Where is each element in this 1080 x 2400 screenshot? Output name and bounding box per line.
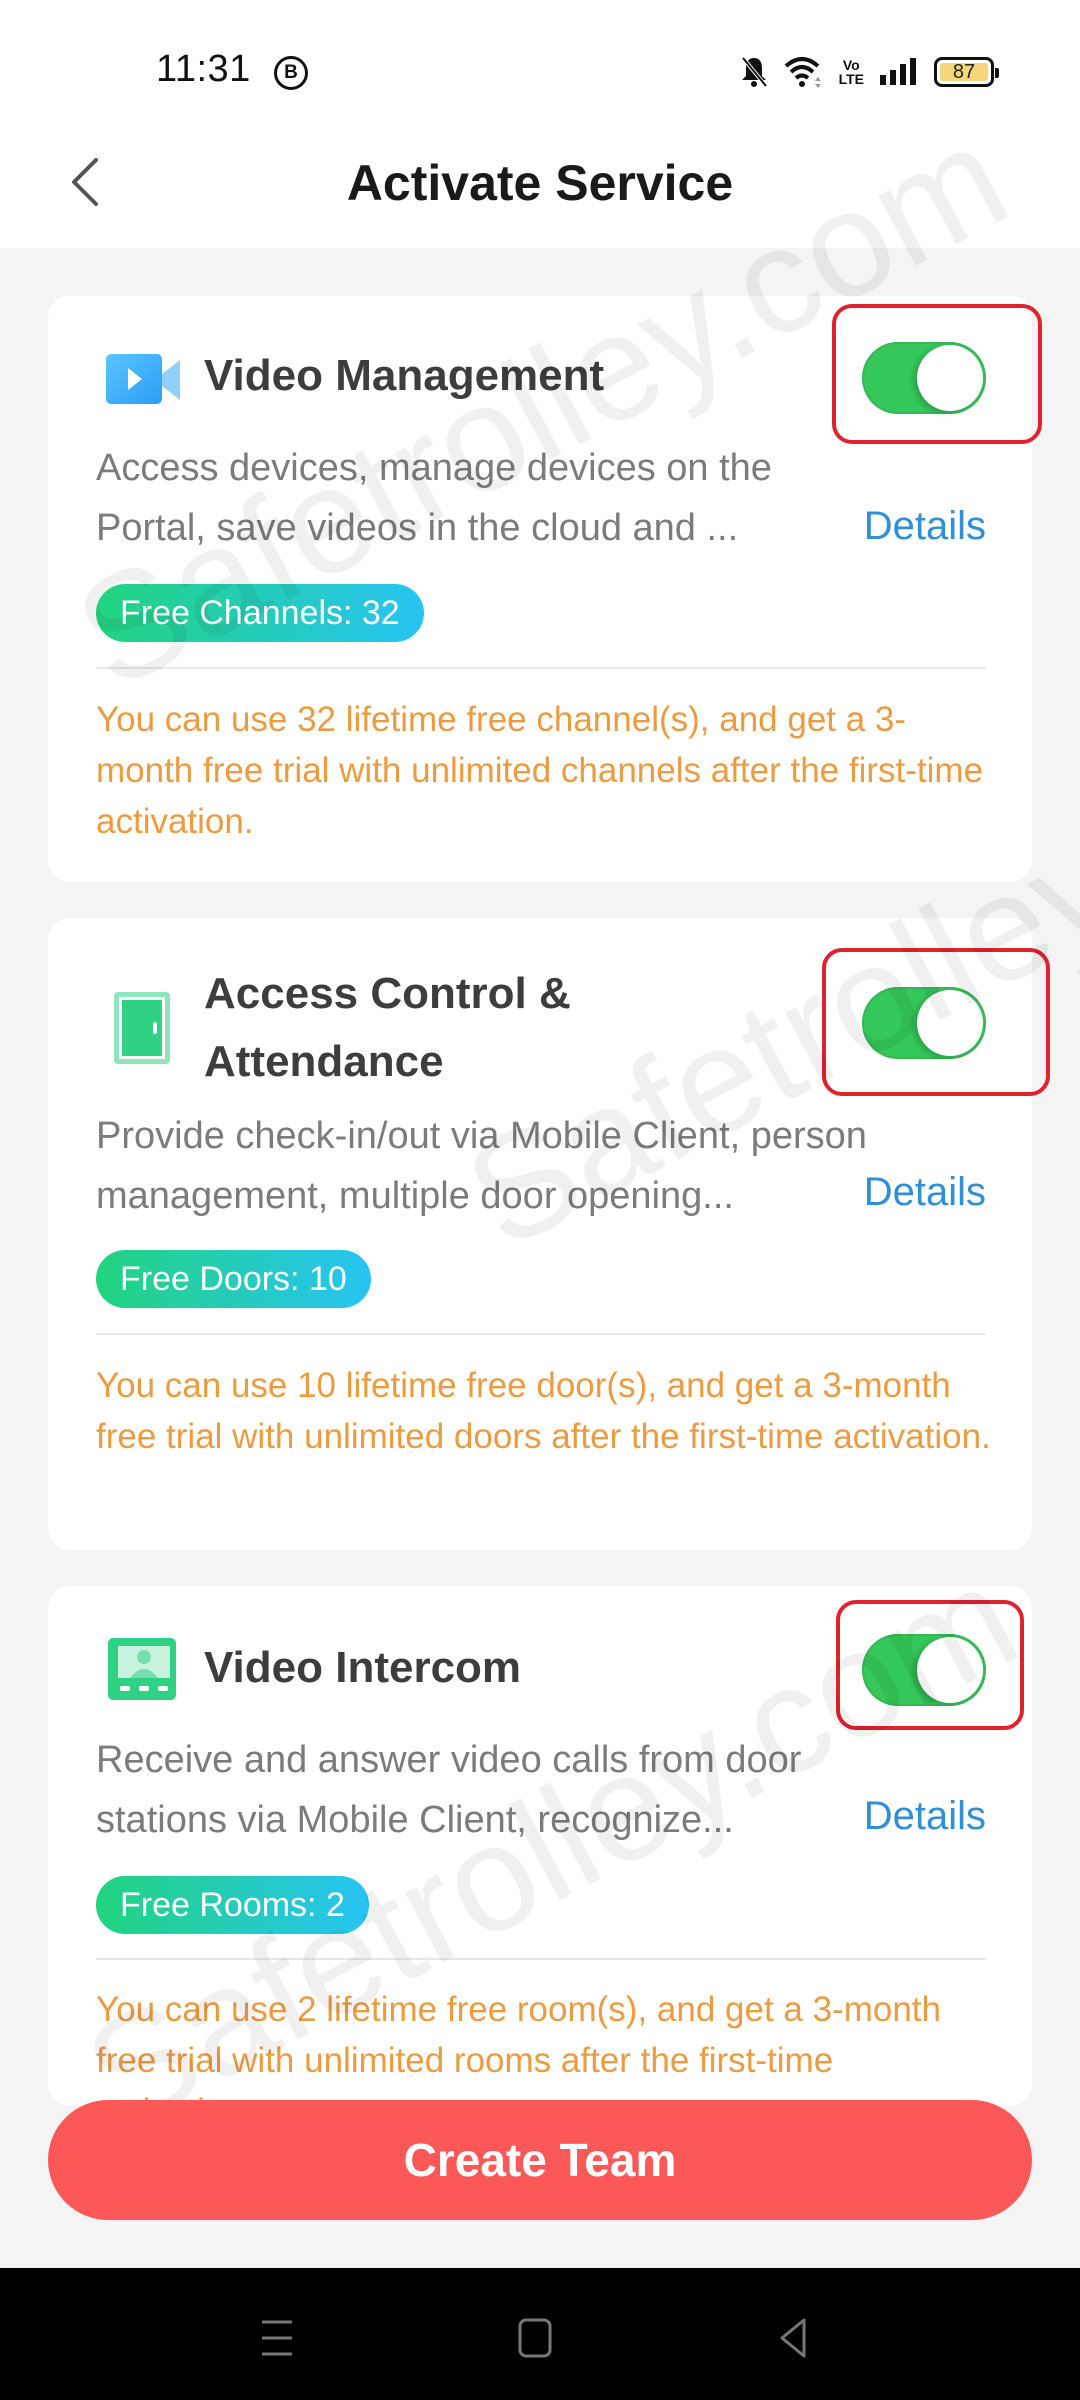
- battery-level: 87: [952, 61, 976, 83]
- service-description: Provide check-in/out via Mobile Client, …: [96, 1115, 867, 1217]
- service-title: Video Management: [204, 351, 605, 400]
- wifi-icon: [784, 57, 821, 88]
- signal-icon: [880, 58, 916, 85]
- service-description: Access devices, manage devices on the Po…: [96, 447, 772, 549]
- free-trial-note: You can use 10 lifetime free door(s), an…: [96, 1366, 991, 1456]
- service-card-access-control: Access Control & Attendance Provide chec…: [48, 918, 1050, 1550]
- annotation-highlight-box: [836, 1600, 1024, 1730]
- annotation-highlight-box: [822, 948, 1050, 1096]
- details-link[interactable]: Details: [864, 504, 986, 549]
- page-title: Activate Service: [346, 155, 734, 211]
- status-time: 11:31: [156, 48, 251, 90]
- divider: [96, 1333, 986, 1335]
- service-description: Receive and answer video calls from door…: [96, 1739, 802, 1841]
- battery-icon: 87: [934, 57, 999, 87]
- system-nav-bar: [0, 2268, 1080, 2400]
- free-quota-badge: Free Doors: 10: [96, 1250, 371, 1308]
- back-icon[interactable]: [764, 2308, 824, 2368]
- business-app-notification-icon: B: [274, 56, 308, 90]
- service-card-video-management: Video Management Access devices, manage …: [48, 296, 1042, 882]
- free-trial-note: You can use 32 lifetime free channel(s),…: [96, 700, 984, 841]
- video-camera-icon: [106, 354, 180, 404]
- free-quota-badge: Free Channels: 32: [96, 584, 424, 642]
- door-icon: [114, 992, 170, 1064]
- home-icon[interactable]: [506, 2308, 566, 2368]
- status-bar: 11:31 B Vo LTE 87: [0, 0, 1080, 130]
- divider: [96, 667, 986, 669]
- create-team-button[interactable]: Create Team: [48, 2100, 1032, 2220]
- service-card-video-intercom: Video Intercom Receive and answer video …: [48, 1586, 1032, 2131]
- annotation-highlight-box: [832, 304, 1042, 444]
- service-title: Access Control & Attendance: [204, 969, 571, 1086]
- free-quota-badge: Free Rooms: 2: [96, 1876, 369, 1934]
- details-link[interactable]: Details: [864, 1170, 986, 1215]
- recents-icon[interactable]: [248, 2308, 308, 2368]
- service-title: Video Intercom: [204, 1643, 522, 1692]
- intercom-icon: [108, 1638, 176, 1700]
- bell-muted-icon: [741, 56, 768, 88]
- divider: [96, 1958, 986, 1960]
- details-link[interactable]: Details: [864, 1794, 986, 1839]
- volte-icon: Vo LTE: [838, 57, 864, 87]
- app-header: Activate Service: [0, 130, 1080, 248]
